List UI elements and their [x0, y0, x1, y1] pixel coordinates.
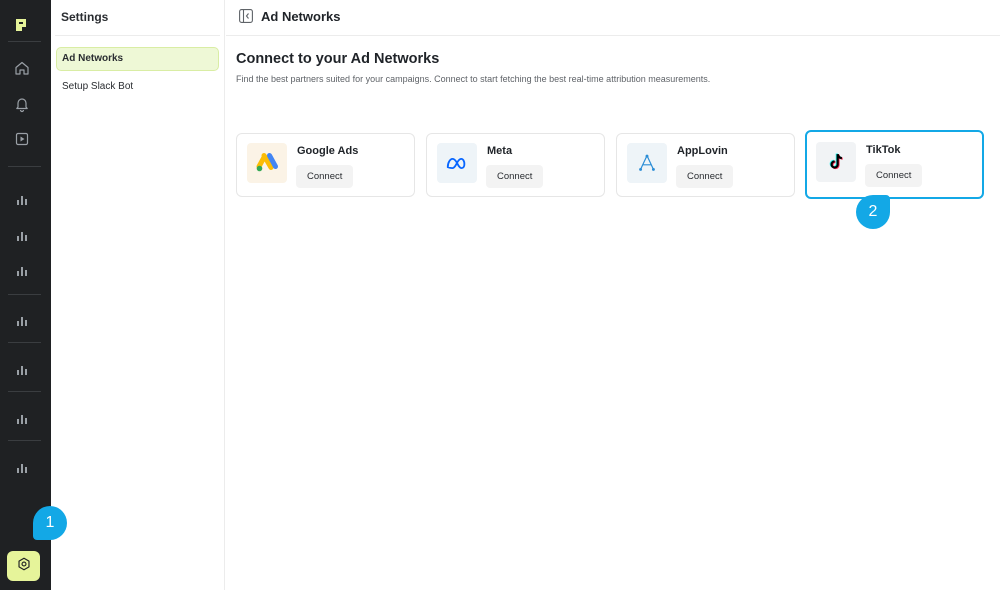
applovin-icon [627, 143, 667, 183]
rail-divider [8, 391, 41, 392]
bar-chart-icon[interactable] [13, 191, 31, 209]
collapse-sidebar-icon[interactable] [239, 9, 253, 23]
network-name: Google Ads [297, 145, 359, 157]
bar-chart-icon[interactable] [13, 312, 31, 330]
meta-icon [437, 143, 477, 183]
page-title: Ad Networks [261, 9, 341, 24]
network-card-applovin[interactable]: AppLovin Connect [616, 133, 795, 197]
sidebar-item-setup-slack-bot[interactable]: Setup Slack Bot [56, 75, 219, 99]
rail-divider [8, 166, 41, 167]
step-marker-2: 2 [856, 195, 890, 229]
settings-icon [16, 556, 32, 577]
network-name: Meta [487, 145, 513, 157]
bar-chart-icon[interactable] [13, 410, 31, 428]
sidebar-title: Settings [61, 10, 109, 24]
rail-divider [8, 41, 41, 42]
network-card-tiktok[interactable]: TikTok Connect [805, 130, 984, 199]
section-heading: Connect to your Ad Networks [236, 51, 440, 67]
network-card-meta[interactable]: Meta Connect [426, 133, 605, 197]
sidebar-item-ad-networks[interactable]: Ad Networks [56, 47, 219, 71]
network-name: TikTok [866, 144, 901, 156]
icon-rail [0, 0, 51, 590]
connect-button-google-ads[interactable]: Connect [296, 165, 354, 188]
bar-chart-icon[interactable] [13, 227, 31, 245]
page-header: Ad Networks [226, 0, 1000, 36]
bar-chart-icon[interactable] [13, 361, 31, 379]
rail-divider [8, 294, 41, 295]
google-ads-icon [247, 143, 287, 183]
tiktok-icon [816, 142, 856, 182]
rail-divider [8, 342, 41, 343]
connect-button-meta[interactable]: Connect [486, 165, 544, 188]
sidebar-divider [55, 35, 220, 36]
connect-button-tiktok[interactable]: Connect [865, 164, 923, 187]
play-icon[interactable] [13, 130, 31, 148]
logo-icon[interactable] [14, 16, 30, 32]
step-marker-1: 1 [33, 506, 67, 540]
bar-chart-icon[interactable] [13, 262, 31, 280]
home-icon[interactable] [13, 59, 31, 77]
network-name: AppLovin [677, 145, 728, 157]
bar-chart-icon[interactable] [13, 459, 31, 477]
rail-divider [8, 440, 41, 441]
settings-sidebar: Settings Ad Networks Setup Slack Bot [51, 0, 225, 590]
network-card-google-ads[interactable]: Google Ads Connect [236, 133, 415, 197]
bell-icon[interactable] [13, 95, 31, 113]
connect-button-applovin[interactable]: Connect [676, 165, 734, 188]
section-description: Find the best partners suited for your c… [236, 74, 711, 84]
settings-button[interactable] [7, 551, 40, 581]
